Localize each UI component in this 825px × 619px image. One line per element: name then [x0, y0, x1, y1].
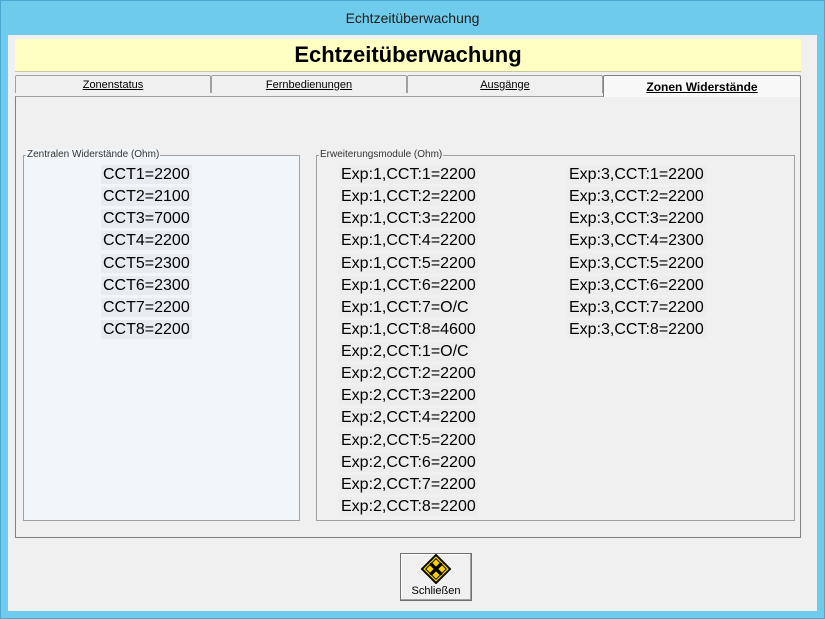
expansion-cct-value: Exp:3,CCT:1=2200 [567, 165, 706, 184]
expansion-cct-value: Exp:1,CCT:8=4600 [339, 320, 478, 339]
central-cct-value: CCT5=2300 [101, 254, 192, 273]
tab-zonen-widerstaende[interactable]: Zonen Widerstände [603, 75, 801, 97]
central-cct-value: CCT1=2200 [101, 165, 192, 184]
expansion-cct-value: Exp:3,CCT:8=2200 [567, 320, 706, 339]
expansion-cct-value: Exp:1,CCT:1=2200 [339, 165, 478, 184]
expansion-cct-value: Exp:2,CCT:3=2200 [339, 386, 478, 405]
close-button[interactable]: Schließen [400, 553, 472, 601]
page-title: Echtzeitüberwachung [15, 39, 801, 72]
tab-panel-zonen-widerstaende: Zentralen Widerstände (Ohm) CCT1=2200 CC… [15, 96, 801, 538]
expansion-cct-value: Exp:1,CCT:3=2200 [339, 209, 478, 228]
expansion-cct-value: Exp:1,CCT:6=2200 [339, 276, 478, 295]
expansion-cct-value: Exp:2,CCT:5=2200 [339, 431, 478, 450]
expansion-cct-value: Exp:2,CCT:8=2200 [339, 497, 478, 516]
expansion-cct-value: Exp:1,CCT:4=2200 [339, 231, 478, 250]
window-title[interactable]: Echtzeitüberwachung [1, 1, 824, 35]
tab-ausgaenge[interactable]: Ausgänge [407, 75, 603, 93]
central-cct-value: CCT7=2200 [101, 298, 192, 317]
expansion-cct-value: Exp:2,CCT:4=2200 [339, 408, 478, 427]
tab-fernbedienungen[interactable]: Fernbedienungen [211, 75, 407, 93]
warning-close-icon [420, 554, 452, 584]
expansion-cct-value: Exp:2,CCT:1=O/C [339, 342, 471, 361]
central-cct-value: CCT3=7000 [101, 209, 192, 228]
expansion-cct-value: Exp:3,CCT:3=2200 [567, 209, 706, 228]
expansion-modules-legend: Erweiterungsmodule (Ohm) [319, 149, 444, 160]
client-area: Echtzeitüberwachung Zonenstatus Fernbedi… [8, 35, 817, 611]
expansion-cct-value: Exp:1,CCT:2=2200 [339, 187, 478, 206]
central-cct-value: CCT6=2300 [101, 276, 192, 295]
close-button-label: Schließen [411, 585, 461, 597]
expansion-cct-value: Exp:2,CCT:7=2200 [339, 475, 478, 494]
expansion-cct-value: Exp:1,CCT:7=O/C [339, 298, 471, 317]
expansion-cct-value: Exp:3,CCT:4=2300 [567, 231, 706, 250]
expansion-cct-value: Exp:1,CCT:5=2200 [339, 254, 478, 273]
central-cct-value: CCT8=2200 [101, 320, 192, 339]
expansion-modules-group: Erweiterungsmodule (Ohm) Exp:1,CCT:1=220… [316, 149, 795, 521]
expansion-cct-value: Exp:3,CCT:2=2200 [567, 187, 706, 206]
central-cct-value: CCT2=2100 [101, 187, 192, 206]
app-window: Echtzeitüberwachung Echtzeitüberwachung … [0, 0, 825, 619]
expansion-cct-value: Exp:2,CCT:2=2200 [339, 364, 478, 383]
central-resistances-legend: Zentralen Widerstände (Ohm) [26, 149, 161, 160]
tab-zonenstatus[interactable]: Zonenstatus [15, 75, 211, 93]
expansion-cct-value: Exp:2,CCT:6=2200 [339, 453, 478, 472]
central-cct-value: CCT4=2200 [101, 231, 192, 250]
central-resistances-group: Zentralen Widerstände (Ohm) CCT1=2200 CC… [23, 149, 300, 521]
expansion-cct-value: Exp:3,CCT:7=2200 [567, 298, 706, 317]
expansion-cct-value: Exp:3,CCT:5=2200 [567, 254, 706, 273]
expansion-cct-value: Exp:3,CCT:6=2200 [567, 276, 706, 295]
